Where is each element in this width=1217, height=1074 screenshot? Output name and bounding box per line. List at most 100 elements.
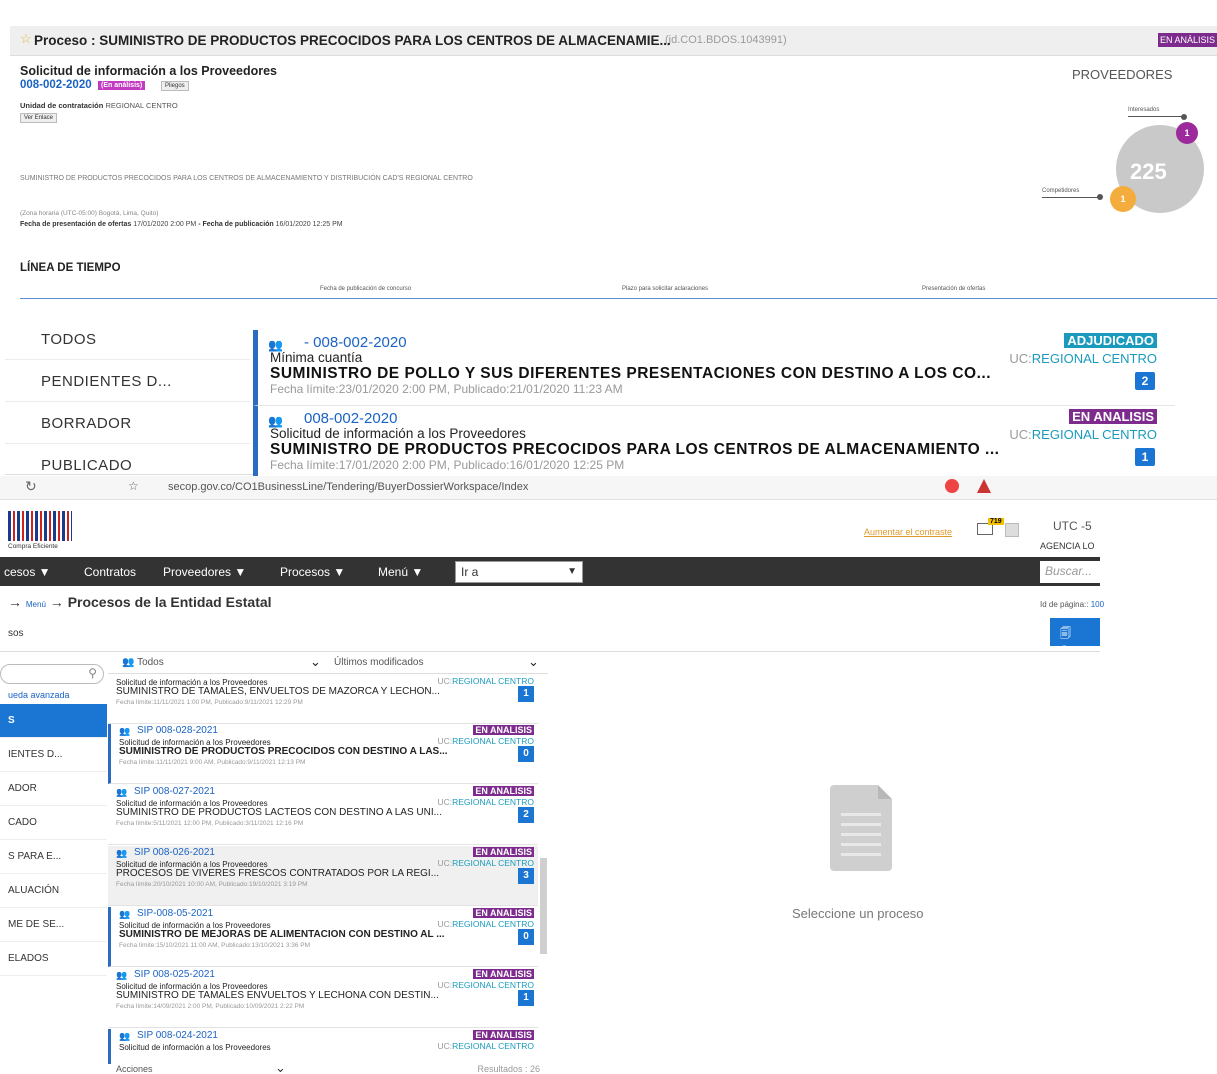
timezone-note: (Zona horaria (UTC-05:00) Bogotá, Lima, … [20,210,159,217]
list-item[interactable]: 👥 008-002-2020 Solicitud de información … [253,406,1175,482]
list-item[interactable]: 👥 - 008-002-2020 Mínima cuantía SUMINIST… [253,330,1175,406]
nav-item-cancelled[interactable]: ELADOS [0,942,107,976]
nav-item-evaluation[interactable]: ALUACIÓN [0,874,107,908]
users-icon: 👥 [116,787,128,797]
menu-proveedores[interactable]: Proveedores ▼ [163,565,246,579]
filter-all[interactable]: 👥 Todos [122,657,164,668]
publish-date-label: - Fecha de publicación [198,221,274,228]
process-name: PROCESOS DE VIVERES FRESCOS CONTRATADOS … [116,868,440,879]
nav-item-all[interactable]: S [0,704,107,738]
search-input[interactable]: Buscar... [1040,561,1100,583]
unit-value: REGIONAL CENTRO [452,1041,534,1051]
status-badge: EN ANALISIS [473,969,534,979]
star-icon[interactable]: ☆ [20,31,32,47]
nav-item-borrador[interactable]: BORRADOR [5,404,250,444]
unit-prefix: UC: [1009,351,1032,366]
chevron-down-icon[interactable]: ⌄ [528,654,539,670]
dates-line: Fecha de presentación de ofertas 17/01/2… [20,221,343,228]
menu-procesos[interactable]: cesos ▼ [4,565,51,579]
nav-item-pendientes[interactable]: PENDIENTES D... [5,362,250,402]
process-number[interactable]: SIP 008-026-2021 [134,847,215,858]
process-dates: Fecha límite:17/01/2020 2:00 PM, Publica… [270,458,625,472]
process-title-bar: ☆ Proceso : SUMINISTRO DE PRODUCTOS PREC… [10,26,1217,56]
process-number[interactable]: SIP 008-027-2021 [134,786,215,797]
unit-value: REGIONAL CENTRO [1031,427,1157,442]
status-badge: EN ANALISIS [473,1030,534,1040]
list-item[interactable]: 👥 SIP 008-025-2021 Solicitud de informació… [108,968,538,1028]
process-number[interactable]: SIP-008-05-2021 [137,908,213,919]
request-number[interactable]: 008-002-2020 [20,79,92,91]
process-modality: Solicitud de información a los Proveedor… [270,426,526,441]
mail-count-badge: 719 [988,518,1004,525]
nav-item-todos[interactable]: TODOS [5,320,250,360]
process-number[interactable]: SIP 008-024-2021 [137,1030,218,1041]
list-scrollbar[interactable] [540,858,547,954]
process-number[interactable]: 008-002-2020 [304,410,397,427]
count-badge: 1 [1135,448,1155,466]
list-item[interactable]: 👥 SIP 008-028-2021 Solicitud de informació… [108,724,538,784]
interested-label: Interesados [1128,107,1160,113]
advanced-search-link[interactable]: ueda avanzada [8,690,70,700]
process-number[interactable]: SIP 008-025-2021 [134,969,215,980]
users-icon: 👥 [122,657,135,668]
document-icon[interactable] [1005,523,1019,537]
contrast-link[interactable]: Aumentar el contraste [864,527,952,537]
reload-icon[interactable]: ↻ [25,478,37,495]
actions-dropdown[interactable]: Acciones [116,1064,153,1074]
left-filter-nav: ⚲ ueda avanzada S IENTES D... ADOR CADO … [0,664,107,1074]
list-item[interactable]: 👥 SIP-008-05-2021 Solicitud de información… [108,907,538,967]
process-name: SUMINISTRO DE TAMALES ENVUELTOS Y LECHON… [116,990,439,1001]
menu-procesos-2[interactable]: Procesos ▼ [280,565,345,579]
menu-menu[interactable]: Menú ▼ [378,565,423,579]
list-item[interactable]: 👥SIP 008-029-2021Solicitud de informació… [108,676,538,724]
request-title: Solicitud de información a los Proveedor… [20,64,278,78]
page-id-label: Id de página:: [1040,600,1089,609]
colombia-compra-logo[interactable] [8,511,72,541]
process-name: SUMINISTRO DE PRODUCTOS PRECOCIDOS PARA … [270,441,1000,458]
process-search-input[interactable]: ⚲ [0,664,104,684]
list-item[interactable]: 👥 SIP 008-027-2021 Solicitud de informació… [108,785,538,845]
nav-item-for-eval[interactable]: S PARA E... [0,840,107,874]
competitors-connector [1042,197,1100,198]
breadcrumb-menu-link[interactable]: Menú [26,600,46,609]
status-badge: EN ANÁLISIS [1157,33,1217,47]
nav-item-pending[interactable]: IENTES D... [0,738,107,772]
agency-name[interactable]: AGENCIA LO [1040,541,1095,551]
nav-item-published[interactable]: CADO [0,806,107,840]
extension-icon[interactable] [945,479,959,493]
process-name: SUMINISTRO DE TAMALES, ENVUELTOS DE MAZO… [116,686,440,697]
warning-icon[interactable] [977,479,991,493]
url-text[interactable]: secop.gov.co/CO1BusinessLine/Tendering/B… [168,481,528,493]
process-number[interactable]: - 008-002-2020 [304,334,407,351]
view-link-button[interactable]: Ver Enlace [20,113,58,123]
competitors-bubble[interactable]: 1 [1110,186,1136,212]
process-number[interactable]: SIP 008-028-2021 [137,725,218,736]
process-name: SUMINISTRO DE PRODUCTOS LACTEOS CON DEST… [116,807,442,818]
breadcrumb: → Menú → Procesos de la Entidad Estatal [8,594,272,610]
menu-contratos[interactable]: Contratos [84,565,136,579]
status-badge: EN ANALISIS [1069,409,1157,424]
process-dates: Fecha límite:23/01/2020 2:00 PM, Publica… [270,382,623,396]
nav-item-draft[interactable]: ADOR [0,772,107,806]
goto-select[interactable]: Ir a ▼ [455,561,583,583]
timeline-heading: LÍNEA DE TIEMPO [20,262,121,274]
bookmark-icon[interactable]: ☆ [128,479,139,493]
chevron-down-icon[interactable]: ⌄ [275,1060,286,1074]
count-badge: 2 [518,807,534,823]
chevron-down-icon[interactable]: ⌄ [310,654,321,670]
list-item[interactable]: 👥 SIP 008-024-2021 Solicitud de informació… [108,1029,538,1064]
filter-sort[interactable]: Últimos modificados [334,657,423,668]
unit-label: UC:REGIONAL CENTRO [437,797,534,807]
process-modality: Mínima cuantía [270,350,363,365]
count-badge: 1 [518,990,534,1006]
pliegos-button[interactable]: Pliegos [161,81,189,91]
publish-date: 16/01/2020 12:25 PM [275,221,343,228]
list-item[interactable]: 👥 SIP 008-026-2021 Solicitud de informació… [108,846,538,906]
create-button[interactable]: 🗐 Crea [1050,618,1100,656]
process-name: SUMINISTRO DE PRODUCTOS PRECOCIDOS CON D… [119,746,448,757]
page-id-value: 100 [1090,600,1105,609]
nav-item-report[interactable]: ME DE SE... [0,908,107,942]
interested-bubble[interactable]: 1 [1176,122,1198,144]
address-bar[interactable]: ↻ ☆ secop.gov.co/CO1BusinessLine/Tenderi… [0,476,1217,500]
search-icon[interactable]: ⚲ [88,666,97,680]
